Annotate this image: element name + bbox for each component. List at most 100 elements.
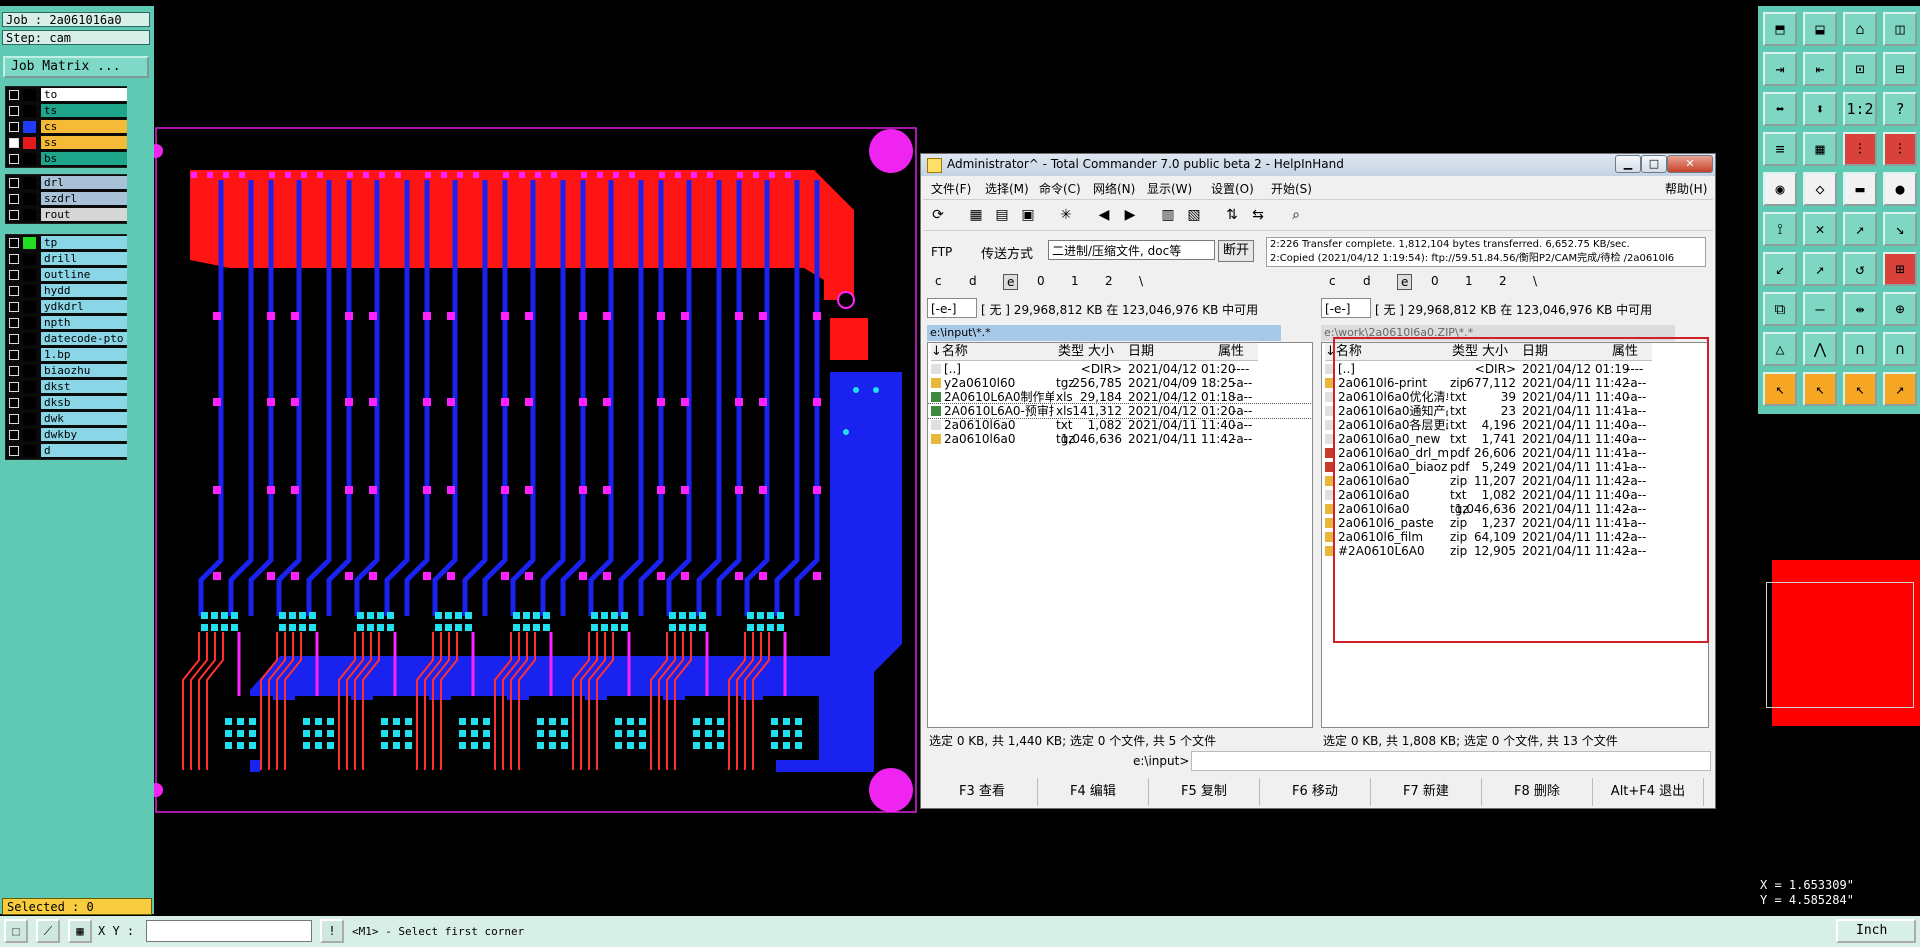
tool-button[interactable]: ▬ [1843, 172, 1877, 206]
layer-row[interactable]: szdrl [6, 191, 127, 207]
layer-name[interactable]: datecode-pto [41, 332, 127, 345]
tool-button[interactable]: ⇤ [1803, 52, 1837, 86]
tool-button[interactable]: ∩ [1883, 332, 1917, 366]
refresh-icon[interactable]: ⟳ [929, 206, 947, 224]
tool-button[interactable]: ↗ [1803, 252, 1837, 286]
detail-view-icon[interactable]: ▤ [993, 206, 1011, 224]
tool-button[interactable]: ↖ [1843, 372, 1877, 406]
tool-button[interactable]: ∩ [1843, 332, 1877, 366]
layer-row[interactable]: outline [6, 267, 127, 283]
layer-name[interactable]: dkst [41, 380, 127, 393]
tool-button[interactable]: ⧉ [1763, 292, 1797, 326]
layer-checkbox[interactable] [9, 398, 19, 408]
measure-icon[interactable]: ⟋ [36, 919, 60, 943]
drive-button[interactable]: c [935, 274, 942, 288]
column-header[interactable]: 大小 [1088, 343, 1128, 361]
tool-button[interactable]: ↗ [1883, 372, 1917, 406]
column-header[interactable]: 属性 [1218, 343, 1258, 361]
function-key-button[interactable]: F4 编辑 [1038, 778, 1149, 806]
tool-button[interactable]: ⬒ [1763, 12, 1797, 46]
tool-button[interactable]: ⊞ [1883, 252, 1917, 286]
tool-button[interactable]: ✕ [1803, 212, 1837, 246]
column-header[interactable]: 类型 [1058, 343, 1088, 361]
tool-button[interactable]: ≡ [1763, 132, 1797, 166]
layer-checkbox[interactable] [9, 334, 19, 344]
tool-button[interactable]: ⌂ [1843, 12, 1877, 46]
tool-button[interactable]: ◉ [1763, 172, 1797, 206]
layer-row[interactable]: dksb [6, 395, 127, 411]
layer-checkbox[interactable] [9, 430, 19, 440]
info-icon[interactable]: ! [320, 919, 344, 943]
drive-button[interactable]: 0 [1431, 274, 1439, 288]
layer-checkbox[interactable] [9, 270, 19, 280]
drive-button[interactable]: \ [1139, 274, 1143, 288]
select-icon[interactable]: ✳ [1057, 206, 1075, 224]
layer-row[interactable]: ydkdrl [6, 299, 127, 315]
layer-row[interactable]: d [6, 443, 127, 459]
minimize-button[interactable]: ▁ [1615, 155, 1641, 173]
job-matrix-button[interactable]: Job Matrix ... [3, 56, 149, 78]
layer-checkbox[interactable] [9, 302, 19, 312]
file-row[interactable]: 2a0610l6a0 txt 1,082 2021/04/11 11:40 -a-- [928, 418, 1312, 432]
layer-row[interactable]: tp [6, 235, 127, 251]
menu-item[interactable]: 帮助(H) [1665, 180, 1707, 197]
column-header[interactable]: 日期 [1128, 343, 1218, 361]
view-preview[interactable] [1758, 414, 1920, 874]
drive-button[interactable]: e [1003, 274, 1019, 290]
layer-name[interactable]: szdrl [41, 192, 127, 205]
layer-row[interactable]: datecode-pto [6, 331, 127, 347]
menu-item[interactable]: 设置(O) [1211, 180, 1254, 197]
drive-select-right[interactable]: [-e-] [1321, 298, 1371, 318]
tool-button[interactable]: ↙ [1763, 252, 1797, 286]
menu-item[interactable]: 显示(W) [1147, 180, 1192, 197]
drive-button[interactable]: 0 [1037, 274, 1045, 288]
layer-row[interactable]: 1.bp [6, 347, 127, 363]
pack-icon[interactable]: ▥ [1159, 206, 1177, 224]
menu-item[interactable]: 网络(N) [1093, 180, 1135, 197]
drive-button[interactable]: 2 [1105, 274, 1113, 288]
layer-row[interactable]: cs [6, 119, 127, 135]
menu-item[interactable]: 选择(M) [985, 180, 1029, 197]
layer-checkbox[interactable] [9, 178, 19, 188]
transfer-mode-select[interactable]: 二进制/压缩文件, doc等 [1048, 240, 1215, 260]
drive-select-left[interactable]: [-e-] [927, 298, 977, 318]
layer-checkbox[interactable] [9, 382, 19, 392]
layer-name[interactable]: dksb [41, 396, 127, 409]
layer-row[interactable]: drill [6, 251, 127, 267]
tool-button[interactable]: ↘ [1883, 212, 1917, 246]
tool-button[interactable]: ▦ [1803, 132, 1837, 166]
tool-button[interactable]: ◫ [1883, 12, 1917, 46]
layer-name[interactable]: dwkby [41, 428, 127, 441]
drive-button[interactable]: 1 [1071, 274, 1079, 288]
layer-row[interactable]: to [6, 87, 127, 103]
layer-name[interactable]: d [41, 444, 127, 457]
file-row[interactable]: 2A0610L6A0-预审指?.xls141,312 2021/04/12 01:… [928, 403, 1312, 419]
layer-checkbox[interactable] [9, 254, 19, 264]
drive-button[interactable]: e [1397, 274, 1413, 290]
layer-name[interactable]: dwk [41, 412, 127, 425]
tool-button[interactable]: 1:2 [1843, 92, 1877, 126]
layer-checkbox[interactable] [9, 446, 19, 456]
xy-input[interactable] [146, 920, 312, 942]
snap-icon[interactable]: ⬚ [4, 919, 28, 943]
layer-checkbox[interactable] [9, 194, 19, 204]
layer-checkbox[interactable] [9, 414, 19, 424]
function-key-button[interactable]: F7 新建 [1371, 778, 1482, 806]
path-bar-left[interactable]: e:\input\*.* [927, 325, 1281, 341]
tool-button[interactable]: ⟟ [1763, 212, 1797, 246]
function-key-button[interactable]: F5 复制 [1149, 778, 1260, 806]
tool-button[interactable]: ⊡ [1843, 52, 1877, 86]
tool-button[interactable]: ⇥ [1763, 52, 1797, 86]
layer-checkbox[interactable] [9, 286, 19, 296]
layer-row[interactable]: dwkby [6, 427, 127, 443]
layer-checkbox[interactable] [9, 238, 19, 248]
function-key-button[interactable]: F8 删除 [1482, 778, 1593, 806]
layer-row[interactable]: dwk [6, 411, 127, 427]
drive-button[interactable]: \ [1533, 274, 1537, 288]
tool-button[interactable]: ⇹ [1843, 292, 1877, 326]
tool-button[interactable]: ⋀ [1803, 332, 1837, 366]
grid-icon[interactable]: ▦ [68, 919, 92, 943]
layer-name[interactable]: drl [41, 176, 127, 189]
layer-name[interactable]: bs [41, 152, 127, 165]
function-key-button[interactable]: F6 移动 [1260, 778, 1371, 806]
